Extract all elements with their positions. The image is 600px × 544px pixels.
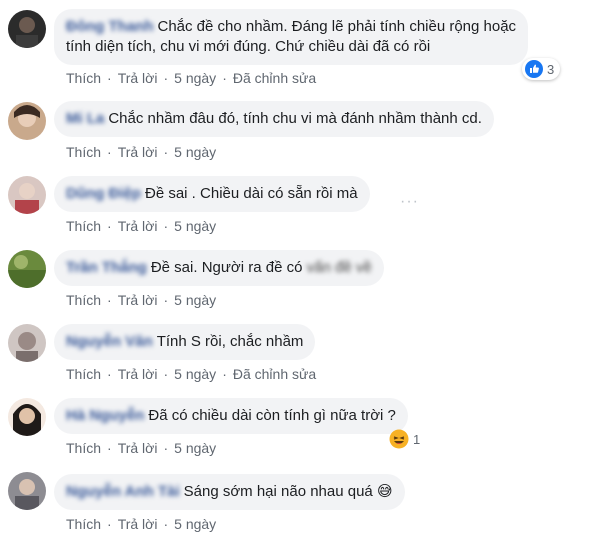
- comment-bubble: Dũng Điệp Đề sai . Chiều dài có sẵn rồi m…: [54, 176, 370, 212]
- comment-actions: Thích · Trả lời · 5 ngày · Đã chỉnh sửa: [66, 70, 317, 86]
- like-link[interactable]: Thích: [66, 70, 101, 86]
- timestamp[interactable]: 5 ngày: [174, 218, 216, 234]
- like-link[interactable]: Thích: [66, 440, 101, 456]
- avatar[interactable]: [8, 472, 46, 510]
- comment-actions: Thích · Trả lời · 5 ngày: [66, 144, 217, 160]
- reaction-badge[interactable]: 3: [522, 58, 561, 80]
- avatar[interactable]: [8, 398, 46, 436]
- commenter-name[interactable]: Hà Nguyễn: [66, 406, 144, 426]
- reply-link[interactable]: Trả lời: [118, 218, 158, 234]
- comment-6: Hà Nguyễn Đã có chiều dài còn tính gì nữa…: [0, 396, 600, 470]
- comment-7: Nguyễn Anh Tài Sáng sớm hại não nhau quá …: [0, 470, 600, 544]
- comment-bubble: Mi La Chắc nhầm đâu đó, tính chu vi mà đá…: [54, 101, 494, 137]
- like-icon: [525, 60, 543, 78]
- comment-text: Sáng sớm hại não nhau quá: [183, 483, 373, 500]
- reply-link[interactable]: Trả lời: [118, 144, 158, 160]
- comment-text: Chắc nhầm đâu đó, tính chu vi mà đánh nh…: [108, 110, 482, 127]
- like-link[interactable]: Thích: [66, 516, 101, 532]
- comment-bubble: Đông Thanh Chắc đề cho nhầm. Đáng lẽ phải…: [54, 9, 529, 65]
- reaction-count: 1: [413, 431, 421, 447]
- comment-4: Trần Thắng Đề sai. Người ra đề có vấn đề …: [0, 248, 600, 322]
- comment-bubble: Nguyễn Văn Tính S rồi, chắc nhầm: [54, 324, 316, 360]
- reply-link[interactable]: Trả lời: [118, 292, 158, 308]
- timestamp[interactable]: 5 ngày: [174, 440, 216, 456]
- timestamp[interactable]: 5 ngày: [174, 70, 216, 86]
- commenter-name[interactable]: Dũng Điệp: [66, 184, 141, 204]
- like-link[interactable]: Thích: [66, 366, 101, 382]
- haha-icon: [389, 429, 409, 449]
- reply-link[interactable]: Trả lời: [118, 70, 158, 86]
- timestamp[interactable]: 5 ngày: [174, 516, 216, 532]
- commenter-name[interactable]: Nguyễn Anh Tài: [66, 482, 180, 502]
- commenter-name[interactable]: Mi La: [66, 109, 104, 129]
- comment-1: Đông Thanh Chắc đề cho nhầm. Đáng lẽ phải…: [0, 0, 600, 86]
- commenter-name[interactable]: Nguyễn Văn: [66, 332, 153, 352]
- reply-link[interactable]: Trả lời: [118, 440, 158, 456]
- more-options-icon[interactable]: ···: [400, 193, 419, 211]
- comment-3: Dũng Điệp Đề sai . Chiều dài có sẵn rồi m…: [0, 174, 600, 248]
- avatar[interactable]: [8, 102, 46, 140]
- comment-text: Đề sai. Người ra đề có: [150, 259, 303, 276]
- edited-label[interactable]: Đã chỉnh sửa: [233, 70, 316, 86]
- comment-actions: Thích · Trả lời · 5 ngày: [66, 440, 217, 456]
- comment-text-line2: tính diện tích, chu vi mới đúng. Chứ chi…: [66, 38, 431, 55]
- comment-text: Chắc đề cho nhầm. Đáng lẽ phải tính chiề…: [157, 18, 517, 35]
- comment-2: Mi La Chắc nhầm đâu đó, tính chu vi mà đá…: [0, 100, 600, 174]
- comment-text: Tính S rồi, chắc nhầm: [156, 333, 304, 350]
- reply-link[interactable]: Trả lời: [118, 516, 158, 532]
- comment-bubble: Hà Nguyễn Đã có chiều dài còn tính gì nữa…: [54, 398, 408, 434]
- reaction-count: 3: [547, 61, 555, 77]
- timestamp[interactable]: 5 ngày: [174, 144, 216, 160]
- comment-text-hidden: vấn đề về: [306, 259, 372, 276]
- comment-bubble: Nguyễn Anh Tài Sáng sớm hại não nhau quá …: [54, 474, 405, 510]
- reaction-badge[interactable]: 1: [386, 428, 426, 450]
- like-link[interactable]: Thích: [66, 144, 101, 160]
- comment-actions: Thích · Trả lời · 5 ngày · Đã chỉnh sửa: [66, 366, 317, 382]
- like-link[interactable]: Thích: [66, 218, 101, 234]
- comment-actions: Thích · Trả lời · 5 ngày: [66, 292, 217, 308]
- edited-label[interactable]: Đã chỉnh sửa: [233, 366, 316, 382]
- timestamp[interactable]: 5 ngày: [174, 292, 216, 308]
- comment-bubble: Trần Thắng Đề sai. Người ra đề có vấn đề …: [54, 250, 384, 286]
- avatar[interactable]: [8, 324, 46, 362]
- comment-5: Nguyễn Văn Tính S rồi, chắc nhầm Thích · Tr…: [0, 322, 600, 396]
- sweat-smile-emoji: 😅: [376, 483, 393, 500]
- comment-text: Đề sai . Chiều dài có sẵn rồi mà: [145, 185, 358, 202]
- like-link[interactable]: Thích: [66, 292, 101, 308]
- timestamp[interactable]: 5 ngày: [174, 366, 216, 382]
- comment-actions: Thích · Trả lời · 5 ngày: [66, 516, 217, 532]
- comment-actions: Thích · Trả lời · 5 ngày: [66, 218, 217, 234]
- reply-link[interactable]: Trả lời: [118, 366, 158, 382]
- avatar[interactable]: [8, 176, 46, 214]
- avatar[interactable]: [8, 250, 46, 288]
- commenter-name[interactable]: Trần Thắng: [66, 258, 147, 278]
- commenter-name[interactable]: Đông Thanh: [66, 17, 153, 37]
- avatar[interactable]: [8, 10, 46, 48]
- comment-text: Đã có chiều dài còn tính gì nữa trời ?: [148, 407, 396, 424]
